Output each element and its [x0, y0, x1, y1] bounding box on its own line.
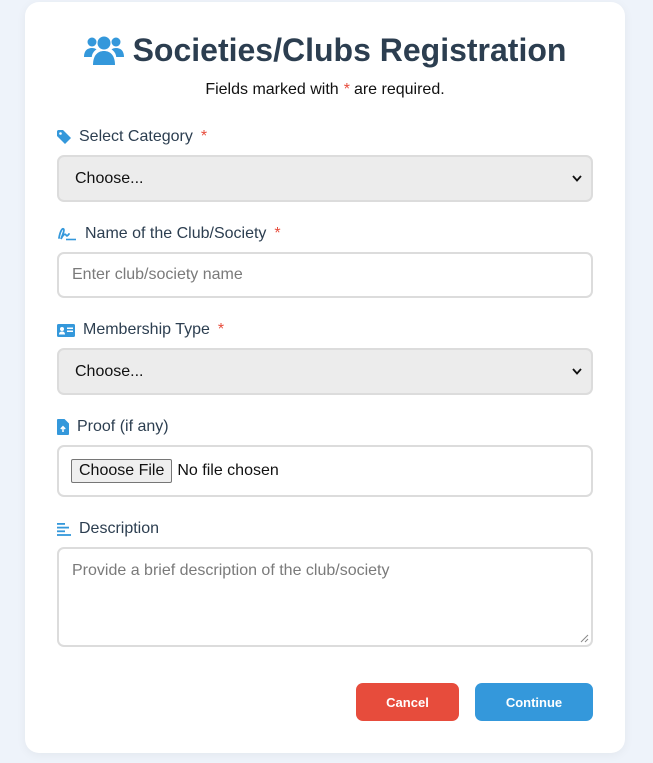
- name-required-mark: *: [274, 225, 281, 242]
- description-textarea[interactable]: Provide a brief description of the club/…: [57, 547, 593, 647]
- club-name-input[interactable]: Enter club/society name: [57, 252, 593, 298]
- page-title: Societies/Clubs Registration: [132, 32, 567, 68]
- membership-selected-value: Choose...: [75, 362, 144, 380]
- users-icon: [83, 36, 124, 65]
- continue-button[interactable]: Continue: [475, 683, 593, 721]
- membership-label-row: Membership Type *: [57, 321, 228, 339]
- description-placeholder: Provide a brief description of the club/…: [72, 562, 390, 579]
- description-label: Description: [79, 520, 160, 537]
- proof-file-input[interactable]: Choose File No file chosen: [57, 445, 593, 497]
- proof-label-row: Proof (if any): [57, 418, 169, 436]
- registration-card: Societies/Clubs Registration Fields mark…: [25, 2, 625, 753]
- form-header: Societies/Clubs Registration: [25, 32, 625, 69]
- category-select[interactable]: Choose...: [57, 155, 593, 202]
- choose-file-button[interactable]: Choose File: [71, 459, 173, 483]
- club-name-placeholder: Enter club/society name: [72, 266, 243, 283]
- resize-grip-icon[interactable]: [580, 634, 589, 643]
- name-label-row: Name of the Club/Society *: [57, 225, 285, 243]
- align-left-icon: [57, 522, 71, 536]
- category-label-row: Select Category *: [57, 128, 211, 146]
- membership-required-mark: *: [217, 321, 225, 338]
- required-note-prefix: Fields marked with: [205, 81, 339, 98]
- cancel-button[interactable]: Cancel: [356, 683, 459, 721]
- category-required-mark: *: [200, 128, 208, 145]
- file-status: No file chosen: [177, 462, 279, 479]
- required-note: Fields marked with * are required.: [25, 81, 625, 99]
- name-label: Name of the Club/Society: [85, 225, 267, 242]
- required-note-suffix: are required.: [353, 81, 445, 98]
- category-label: Select Category: [79, 128, 193, 145]
- signature-icon: [58, 227, 76, 241]
- description-label-row: Description: [57, 520, 159, 538]
- membership-label: Membership Type: [83, 321, 210, 338]
- file-upload-icon: [57, 419, 69, 435]
- category-selected-value: Choose...: [75, 169, 144, 187]
- required-asterisk: *: [343, 81, 350, 98]
- proof-label: Proof (if any): [77, 418, 169, 435]
- membership-select[interactable]: Choose...: [57, 348, 593, 395]
- chevron-down-icon: [572, 368, 582, 375]
- tag-icon: [57, 130, 71, 144]
- id-card-icon: [57, 323, 75, 337]
- chevron-down-icon: [572, 175, 582, 182]
